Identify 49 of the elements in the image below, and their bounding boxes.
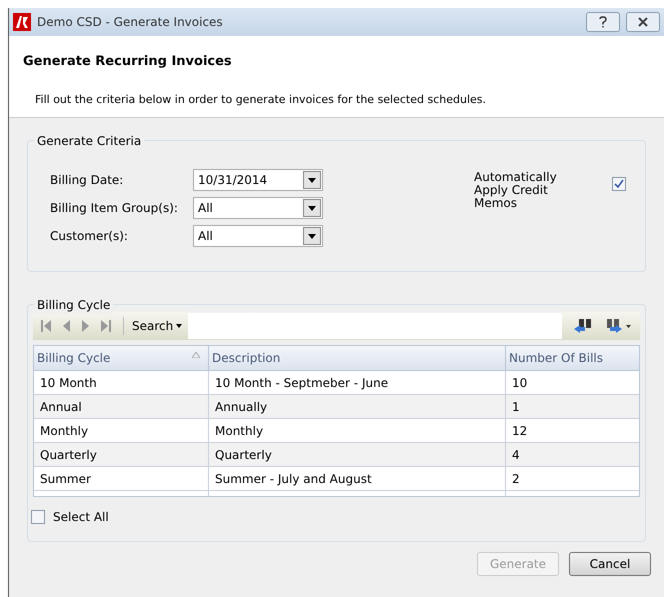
column-header[interactable]: Description [209,346,506,370]
dropdown[interactable]: 10/31/2014 [193,169,323,191]
previous-icon[interactable] [63,320,70,332]
table-cell-text: 2 [511,470,521,488]
dialog-heading: Generate Recurring Invoices [23,53,233,71]
table-cell: Monthly [209,419,506,442]
sort-ascending-icon [192,352,200,358]
select-all-checkbox[interactable] [31,510,45,524]
app-logo-icon [13,13,31,31]
window-title: Demo CSD - Generate Invoices [37,14,224,31]
field-label: Customer(s): [50,228,129,245]
dropdown-arrow-icon [308,178,316,182]
checkbox-label: Select All [53,509,109,526]
table-cell-text: 12 [511,422,528,440]
field-label: Billing Item Group(s): [50,200,179,217]
table-cell: 10 Month [34,371,209,394]
table-cell: Summer [34,467,209,490]
search-field[interactable] [188,313,562,339]
table-cell: 10 Month - Septmeber - June [209,371,506,394]
table-cell: Monthly [34,419,209,442]
instructions-text: Fill out the criteria below in order to generate invoices for the selected schedules. [35,92,488,108]
table-cell: Summer - July and August [209,467,506,490]
table-cell-text: 10 [511,374,528,392]
table-cell-text: 1 [511,398,521,416]
table-cell: Quarterly [34,443,209,466]
column-header[interactable]: Number Of Bills [506,346,639,370]
table-cell: Annual [34,395,209,418]
next-icon[interactable] [82,320,89,332]
close-button[interactable] [626,12,660,32]
dropdown-arrow-icon [308,234,316,238]
checkbox-label: Automatically Apply Credit Memos [474,171,558,210]
field-label: Billing Date: [50,172,124,189]
dropdown-arrow-icon [308,206,316,210]
table-cell: Quarterly [209,443,506,466]
close-icon [637,17,649,27]
column-header[interactable]: Billing Cycle [34,346,209,370]
help-button[interactable] [586,12,620,32]
caret-icon [176,324,182,328]
auto-apply-checkbox[interactable] [612,177,626,191]
table-cell-text: 4 [511,446,521,464]
table-cell: Annually [209,395,506,418]
first-page-icon[interactable] [41,320,51,332]
last-page-icon[interactable] [101,320,111,332]
search-dropdown-button[interactable]: Search [132,317,182,335]
checkmark-icon [614,179,624,189]
dropdown[interactable]: All [193,225,323,247]
dropdown[interactable]: All [193,197,323,219]
question-mark-icon [599,16,607,28]
dialog-button[interactable]: Cancel [569,552,651,576]
